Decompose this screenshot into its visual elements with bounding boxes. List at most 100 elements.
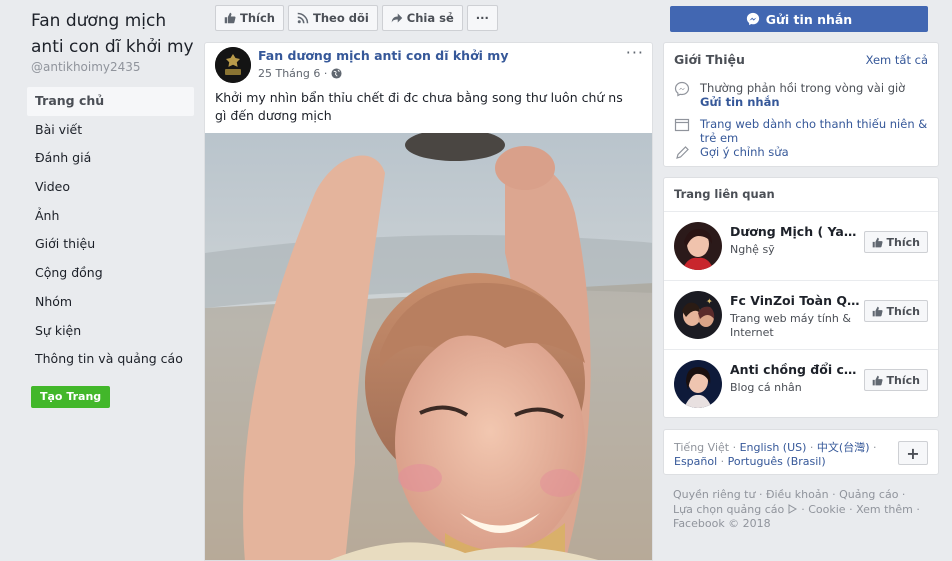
related-avatar-image: [674, 222, 722, 270]
see-all-link[interactable]: Xem tất cả: [866, 53, 928, 67]
language-chinese[interactable]: 中文(台灣): [817, 441, 870, 454]
send-message-button[interactable]: Gửi tin nhắn: [670, 6, 928, 32]
nav-item-info-ads[interactable]: Thông tin và quảng cáo: [27, 345, 194, 374]
share-button[interactable]: Chia sẻ: [381, 5, 463, 31]
related-pages-card: Trang liên quan Dương Mịch ( YangMi ) Ng…: [663, 177, 939, 418]
related-page-category: Nghệ sỹ: [730, 243, 775, 256]
related-page-name[interactable]: Anti chồng đổi con điên: [730, 362, 864, 377]
related-page-avatar[interactable]: [674, 360, 722, 408]
thumbs-up-icon: [872, 306, 883, 316]
related-page-category: Trang web máy tính & Internet: [730, 312, 851, 339]
related-page-name[interactable]: Fc VinZoi Toàn Quốc: [730, 293, 864, 308]
related-page-avatar[interactable]: [674, 222, 722, 270]
nav-item-community[interactable]: Cộng đồng: [27, 259, 194, 288]
more-options-icon: ···: [475, 11, 489, 25]
related-page-item: ✦ Fc VinZoi Toàn Quốc Trang web máy tính…: [664, 280, 938, 349]
nav-item-videos[interactable]: Video: [27, 173, 194, 202]
page-logo-image: [215, 47, 251, 83]
nav-item-about[interactable]: Giới thiệu: [27, 230, 194, 259]
language-english[interactable]: English (US): [740, 441, 807, 454]
about-send-message-link[interactable]: Gửi tin nhắn: [700, 95, 905, 109]
nav-item-groups[interactable]: Nhóm: [27, 288, 194, 317]
footer-ad-choices-link[interactable]: Lựa chọn quảng cáo: [673, 503, 784, 516]
footer-cookie-link[interactable]: Cookie: [808, 503, 845, 516]
related-like-button[interactable]: Thích: [863, 231, 928, 253]
browser-window-icon: [674, 118, 690, 132]
footer-more-link[interactable]: Xem thêm: [856, 503, 913, 516]
about-title: Giới Thiệu: [674, 52, 745, 67]
thumbs-up-icon: [872, 237, 883, 247]
messenger-icon: [674, 81, 690, 97]
about-category-link[interactable]: Trang web dành cho thanh thiếu niên & tr…: [700, 117, 938, 145]
left-column: Fan dương mịch anti con dĩ khởi my @anti…: [0, 0, 200, 561]
like-page-button[interactable]: Thích: [215, 5, 284, 31]
share-label: Chia sẻ: [406, 11, 454, 25]
about-card: Giới Thiệu Xem tất cả Thường phản hồi tr…: [663, 42, 939, 167]
post-card: Fan dương mịch anti con dĩ khởi my 25 Th…: [204, 42, 653, 561]
more-options-button[interactable]: ···: [466, 5, 498, 31]
related-avatar-image: ✦: [674, 291, 722, 339]
thumbs-up-icon: [224, 12, 236, 24]
language-list: Tiếng Việt · English (US) · 中文(台灣) · Esp…: [674, 441, 889, 469]
related-page-avatar[interactable]: ✦: [674, 291, 722, 339]
follow-label: Theo dõi: [312, 11, 369, 25]
about-category-row: Trang web dành cho thanh thiếu niên & tr…: [674, 117, 938, 145]
related-like-label: Thích: [886, 304, 920, 318]
post-date[interactable]: 25 Tháng 6 ·: [258, 67, 327, 80]
footer-terms-link[interactable]: Điều khoản: [766, 488, 829, 501]
post-photo[interactable]: [205, 133, 653, 561]
globe-icon: [331, 68, 342, 79]
page-name[interactable]: Fan dương mịch anti con dĩ khởi my: [31, 8, 201, 60]
nav-item-posts[interactable]: Bài viết: [27, 116, 194, 145]
about-suggest-row: Gợi ý chỉnh sửa: [674, 145, 789, 161]
language-portuguese[interactable]: Português (Brasil): [728, 455, 826, 468]
page-handle[interactable]: @antikhoimy2435: [31, 60, 141, 74]
footer-copyright: Facebook © 2018: [673, 517, 771, 530]
thumbs-up-icon: [872, 375, 883, 385]
nav-item-events[interactable]: Sự kiện: [27, 317, 194, 346]
page-action-bar: Thích Theo dõi Chia sẻ ···: [215, 5, 498, 31]
related-page-item: Anti chồng đổi con điên Blog cá nhân Thí…: [664, 349, 938, 418]
footer: Quyền riêng tư · Điều khoản · Quảng cáo …: [673, 488, 920, 530]
related-like-button[interactable]: Thích: [863, 300, 928, 322]
rss-icon: [297, 12, 309, 24]
like-page-label: Thích: [240, 11, 275, 25]
language-separator: ·: [729, 441, 740, 454]
footer-privacy-link[interactable]: Quyền riêng tư: [673, 488, 755, 501]
language-card: Tiếng Việt · English (US) · 中文(台灣) · Esp…: [663, 429, 939, 475]
post-meta: 25 Tháng 6 ·: [258, 67, 342, 80]
related-page-item: Dương Mịch ( YangMi ) Nghệ sỹ Thích: [664, 211, 938, 280]
ad-choices-icon: [788, 503, 797, 514]
more-languages-button[interactable]: +: [898, 441, 928, 465]
language-separator: ·: [869, 441, 877, 454]
language-current: Tiếng Việt: [674, 441, 730, 454]
related-like-button[interactable]: Thích: [863, 369, 928, 391]
post-author-avatar[interactable]: [215, 47, 251, 83]
suggest-edit-link[interactable]: Gợi ý chỉnh sửa: [700, 145, 789, 161]
nav-item-photos[interactable]: Ảnh: [27, 202, 194, 231]
nav-item-home[interactable]: Trang chủ: [27, 87, 194, 116]
language-separator: ·: [806, 441, 817, 454]
page-nav: Trang chủ Bài viết Đánh giá Video Ảnh Gi…: [27, 87, 194, 374]
nav-item-reviews[interactable]: Đánh giá: [27, 144, 194, 173]
related-avatar-mark: ✦: [706, 297, 713, 306]
related-like-label: Thích: [886, 373, 920, 387]
messenger-icon: [746, 12, 759, 26]
pencil-icon: [676, 146, 689, 159]
language-spanish[interactable]: Español: [674, 455, 717, 468]
about-response-row: Thường phản hồi trong vòng vài giờ Gửi t…: [674, 81, 905, 109]
footer-ads-link[interactable]: Quảng cáo: [839, 488, 898, 501]
create-page-button[interactable]: Tạo Trang: [31, 386, 111, 408]
related-avatar-image: [674, 360, 722, 408]
post-options-button[interactable]: ···: [626, 43, 644, 62]
related-page-category: Blog cá nhân: [730, 381, 802, 394]
related-pages-title: Trang liên quan: [674, 187, 775, 201]
post-author-name[interactable]: Fan dương mịch anti con dĩ khởi my: [258, 48, 508, 63]
share-arrow-icon: [391, 13, 403, 23]
post-text: Khởi my nhìn bẩn thỉu chết đi đc chưa bằ…: [215, 90, 623, 123]
follow-button[interactable]: Theo dõi: [287, 5, 378, 31]
response-time-text: Thường phản hồi trong vòng vài giờ: [700, 81, 906, 95]
language-separator: ·: [717, 455, 728, 468]
related-page-name[interactable]: Dương Mịch ( YangMi ): [730, 224, 864, 239]
related-like-label: Thích: [886, 235, 920, 249]
